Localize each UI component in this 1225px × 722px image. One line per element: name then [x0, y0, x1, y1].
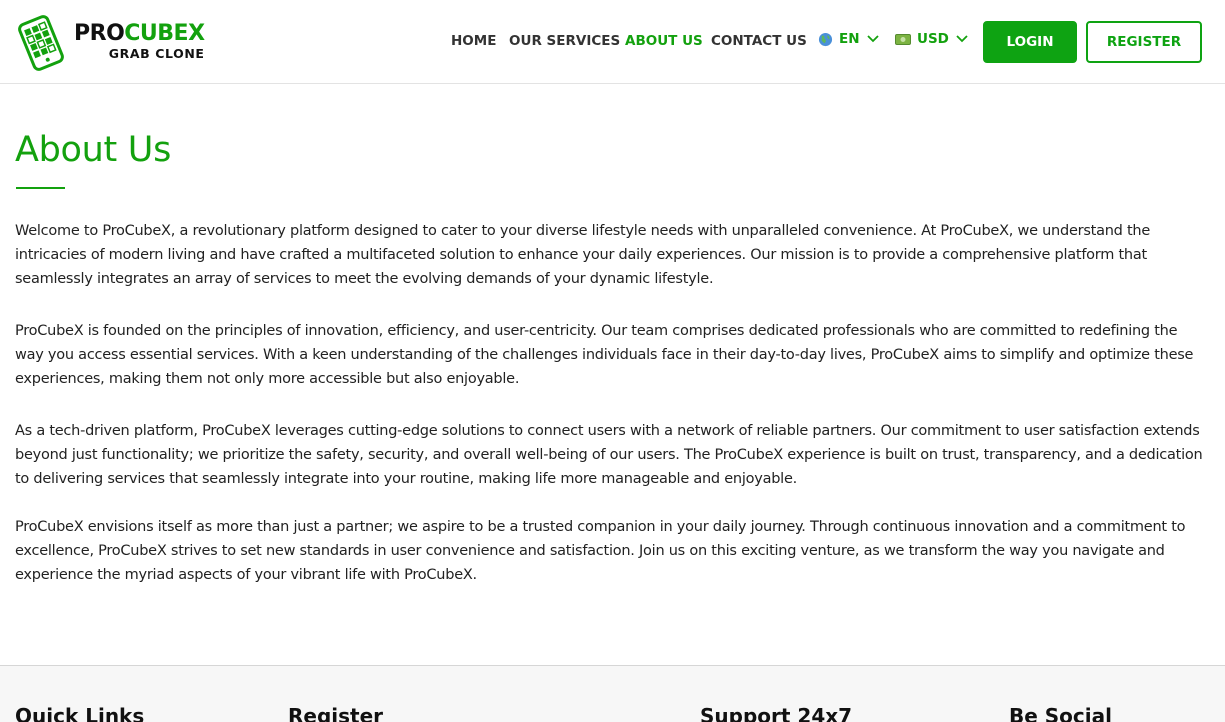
currency-label: USD: [917, 31, 949, 47]
page-title: About Us: [15, 130, 172, 170]
chevron-down-icon: [956, 35, 968, 43]
footer-heading-register: Register: [288, 704, 384, 722]
currency-selector[interactable]: USD: [895, 31, 968, 47]
nav-our-services[interactable]: OUR SERVICES: [509, 33, 620, 49]
brand-name-prefix: PRO: [74, 21, 125, 47]
about-paragraph-2: ProCubeX is founded on the principles of…: [15, 323, 1194, 387]
brand-name: PROCUBEX: [74, 23, 205, 45]
banknote-icon: [895, 33, 911, 45]
footer-heading-be-social: Be Social: [1009, 704, 1112, 722]
title-underline: [16, 187, 65, 189]
about-paragraph-1: Welcome to ProCubeX, a revolutionary pla…: [15, 223, 1151, 287]
site-footer: Quick Links Register Support 24x7 Be Soc…: [0, 665, 1225, 722]
brand-wordmark: PROCUBEX GRAB CLONE: [74, 23, 205, 61]
brand-tagline: GRAB CLONE: [108, 46, 205, 62]
language-label: EN: [839, 31, 860, 47]
brand-name-accent: CUBEX: [124, 21, 205, 47]
site-header: PROCUBEX GRAB CLONE HOME OUR SERVICES AB…: [0, 0, 1225, 84]
about-paragraph-4: ProCubeX envisions itself as more than j…: [15, 519, 1186, 583]
register-button[interactable]: REGISTER: [1086, 21, 1202, 63]
login-button[interactable]: LOGIN: [983, 21, 1077, 63]
language-selector[interactable]: EN: [818, 31, 879, 47]
nav-home[interactable]: HOME: [451, 33, 496, 49]
brand-logo[interactable]: PROCUBEX GRAB CLONE: [14, 13, 205, 71]
nav-contact-us[interactable]: CONTACT US: [711, 33, 807, 49]
chevron-down-icon: [866, 35, 879, 43]
nav-about-us[interactable]: ABOUT US: [625, 33, 703, 49]
footer-heading-support: Support 24x7: [700, 704, 853, 722]
about-paragraph-3: As a tech-driven platform, ProCubeX leve…: [15, 423, 1203, 487]
globe-icon: [818, 32, 833, 46]
footer-heading-quick-links: Quick Links: [15, 704, 145, 722]
phone-grid-icon: [18, 15, 64, 71]
